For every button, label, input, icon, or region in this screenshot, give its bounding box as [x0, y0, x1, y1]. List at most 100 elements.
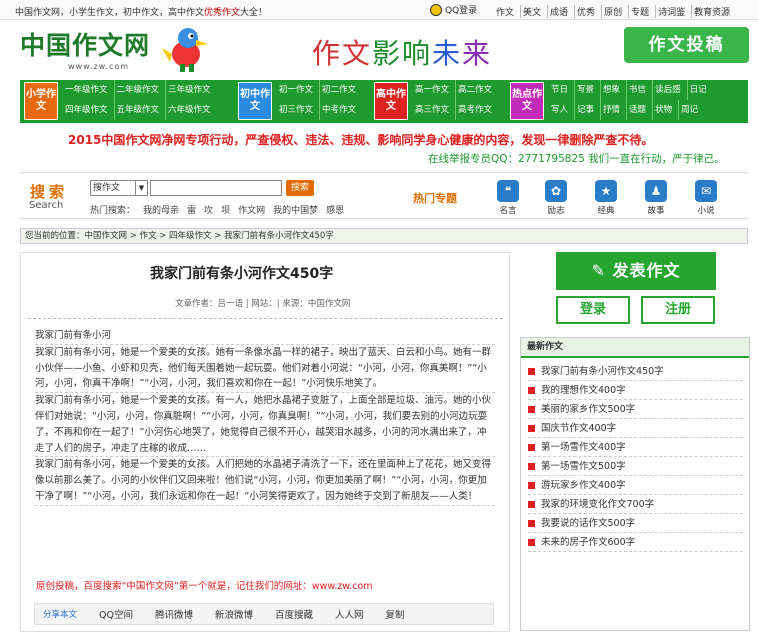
flower-icon[interactable]: ✿: [545, 180, 567, 202]
top-links: 作文 美文 成语 优秀 原创 专题 诗词鉴 教育资源: [494, 5, 732, 18]
nav-link[interactable]: 初二作文: [319, 80, 358, 100]
nav-link[interactable]: 想象: [600, 80, 622, 100]
article-title: 我家门前有条小河作文450字: [150, 266, 334, 282]
nav-link[interactable]: 高一作文: [413, 80, 451, 100]
nav-link[interactable]: 初三作文: [277, 100, 315, 120]
share-tencent-weibo[interactable]: 腾讯微博: [155, 607, 193, 621]
nav-block-primary[interactable]: 小学作文: [24, 82, 58, 120]
article-paragraph: 我家门前有条小河，她是一个爱美的女孩。有一人，她把水晶裙子变脏了，上面全部是垃圾…: [35, 393, 495, 458]
quote-icon[interactable]: ❝: [497, 180, 519, 202]
nav-link[interactable]: 记事: [574, 100, 596, 120]
hot-topic-label[interactable]: 小说: [691, 204, 721, 216]
list-item[interactable]: 我要说的话作文500字: [528, 514, 743, 533]
hot-topics-label: 热门专题: [413, 192, 457, 205]
hot-search-link[interactable]: 我的中国梦: [273, 203, 318, 216]
hot-search-link[interactable]: 雷: [187, 203, 196, 216]
list-item[interactable]: 第一场雪作文400字: [528, 438, 743, 457]
hot-topic-label[interactable]: 故事: [641, 204, 671, 216]
top-link[interactable]: 美文: [520, 5, 543, 18]
nav-block-middle[interactable]: 初中作文: [238, 82, 272, 120]
hot-search-link[interactable]: 我的母亲: [143, 203, 179, 216]
article-body: 我家门前有条小河 我家门前有条小河，她是一个爱美的女孩。她有一条像水晶一样的裙子…: [35, 328, 495, 506]
submit-essay-banner[interactable]: 作文投稿: [624, 27, 749, 63]
login-button[interactable]: 登录: [556, 296, 630, 324]
highlight-link[interactable]: 优秀作文: [204, 8, 240, 18]
nav-link[interactable]: 日记: [686, 80, 709, 100]
top-link[interactable]: 教育资源: [691, 5, 732, 18]
list-item[interactable]: 美丽的家乡作文500字: [528, 400, 743, 419]
list-item[interactable]: 我的理想作文400字: [528, 381, 743, 400]
list-item[interactable]: 我家的环境变化作文700字: [528, 495, 743, 514]
nav-link[interactable]: 六年级作文: [165, 100, 213, 120]
article-meta: 文章作者：吕一语 | 网站：| 来源：中国作文网: [175, 299, 351, 309]
list-item[interactable]: 未来的房子作文600字: [528, 533, 743, 552]
share-copy[interactable]: 复制: [386, 607, 405, 621]
list-item[interactable]: 游玩家乡作文400字: [528, 476, 743, 495]
list-item[interactable]: 第一场雪作文500字: [528, 457, 743, 476]
qq-penguin-icon: [430, 3, 442, 16]
nav-link[interactable]: 中考作文: [319, 100, 358, 120]
nav-middle-links: 初一作文 初二作文 初三作文 中考作文: [277, 80, 358, 120]
qq-login-button[interactable]: QQ登录: [430, 3, 477, 16]
publish-essay-button[interactable]: ✎ 发表作文: [556, 252, 716, 290]
star-icon[interactable]: ★: [595, 180, 617, 202]
search-type-select[interactable]: 搜作文 ▼: [90, 180, 148, 196]
nav-link[interactable]: 周记: [678, 100, 700, 120]
nav-link[interactable]: 状物: [652, 100, 674, 120]
top-link[interactable]: 诗词鉴: [655, 5, 687, 18]
share-bar: 分享本文 QQ空间 腾讯微博 新浪微博 百度搜藏 人人网 复制: [34, 603, 494, 625]
share-renren[interactable]: 人人网: [335, 607, 364, 621]
search-button[interactable]: 搜索: [286, 180, 314, 196]
nav-link[interactable]: 读后感: [652, 80, 683, 100]
share-qzone[interactable]: QQ空间: [99, 607, 133, 621]
nav-link[interactable]: 四年级作文: [63, 100, 110, 120]
nav-link[interactable]: 三年级作文: [165, 80, 213, 100]
nav-link[interactable]: 写人: [549, 100, 570, 120]
hot-topic-label[interactable]: 名言: [493, 204, 523, 216]
nav-block-high[interactable]: 高中作文: [374, 82, 408, 120]
nav-link[interactable]: 一年级作文: [63, 80, 110, 100]
hot-topic-label[interactable]: 励志: [541, 204, 571, 216]
nav-link[interactable]: 高三作文: [413, 100, 451, 120]
nav-link[interactable]: 话题: [626, 100, 648, 120]
book-icon[interactable]: ♟: [645, 180, 667, 202]
bullet-icon: [528, 405, 535, 413]
nav-link[interactable]: 写景: [574, 80, 596, 100]
list-item[interactable]: 我家门前有条小河作文450字: [528, 362, 743, 381]
top-link[interactable]: 作文: [494, 5, 516, 18]
bullet-icon: [528, 481, 535, 489]
article-paragraph: 我家门前有条小河，她是一个爱美的女孩。人们把她的水晶裙子清洗了一下，还在里面种上…: [35, 457, 495, 506]
hot-search-link[interactable]: 坝: [221, 203, 230, 216]
top-link[interactable]: 优秀: [574, 5, 597, 18]
hot-search-list: 热门搜索： 我的母亲 雷 坎 坝 作文网 我的中国梦 感恩: [90, 203, 344, 216]
latest-title: 最新作文: [521, 338, 749, 358]
nav-block-hot[interactable]: 热点作文: [510, 82, 544, 120]
nav-link[interactable]: 节日: [549, 80, 570, 100]
nav-high-links: 高一作文 高二作文 高三作文 高考作文: [413, 80, 494, 120]
search-title: 搜索: [30, 183, 69, 201]
bullet-icon: [528, 519, 535, 527]
nav-link[interactable]: 二年级作文: [113, 80, 162, 100]
nav-link[interactable]: 高二作文: [455, 80, 494, 100]
notice-banner: 2015中国作文网净网专项行动，严查侵权、违法、违规、影响同学身心健康的内容，发…: [68, 133, 654, 147]
share-sina-weibo[interactable]: 新浪微博: [215, 607, 253, 621]
nav-link[interactable]: 书信: [626, 80, 648, 100]
hot-search-link[interactable]: 作文网: [238, 203, 265, 216]
search-input[interactable]: [150, 180, 282, 196]
nav-link[interactable]: 抒情: [600, 100, 622, 120]
nav-link[interactable]: 五年级作文: [113, 100, 162, 120]
nav-link[interactable]: 初一作文: [277, 80, 315, 100]
hot-search-link[interactable]: 感恩: [326, 203, 344, 216]
top-link[interactable]: 专题: [628, 5, 651, 18]
nav-link[interactable]: 高考作文: [455, 100, 494, 120]
top-link[interactable]: 原创: [601, 5, 624, 18]
edit-icon: ✎: [591, 261, 613, 280]
register-button[interactable]: 注册: [641, 296, 715, 324]
top-link[interactable]: 成语: [547, 5, 570, 18]
list-item[interactable]: 国庆节作文400字: [528, 419, 743, 438]
share-baidu[interactable]: 百度搜藏: [275, 607, 313, 621]
hot-topic-label[interactable]: 经典: [591, 204, 621, 216]
chat-icon[interactable]: ✉: [695, 180, 717, 202]
hot-search-link[interactable]: 坎: [204, 203, 213, 216]
breadcrumb: 您当前的位置：中国作文网 > 作文 > 四年级作文 > 我家门前有条小河作文45…: [20, 228, 748, 244]
